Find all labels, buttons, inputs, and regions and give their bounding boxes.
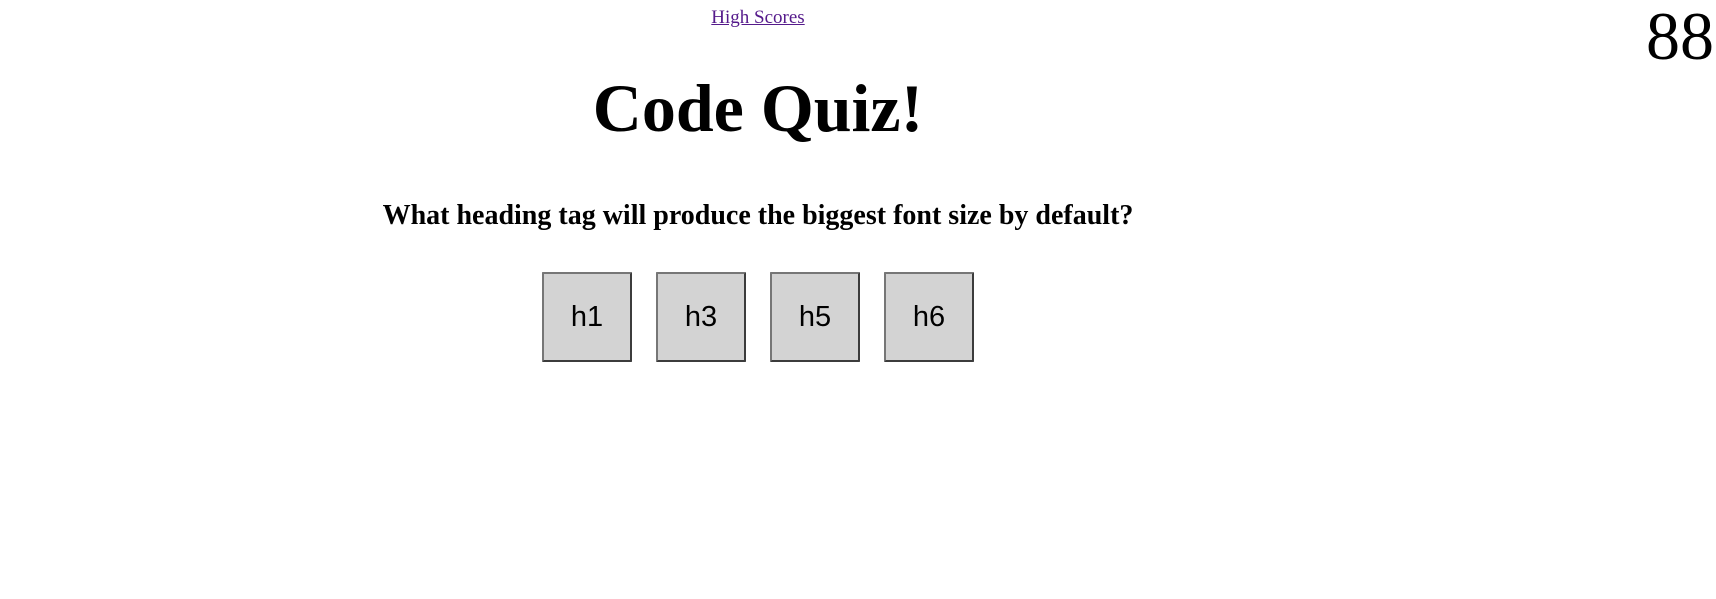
high-scores-nav: High Scores — [0, 6, 1516, 30]
question-text: What heading tag will produce the bigges… — [382, 200, 1134, 231]
answer-button-h3[interactable]: h3 — [656, 272, 746, 362]
page-title: Code Quiz! — [592, 70, 924, 146]
countdown-timer: 88 — [1646, 0, 1714, 74]
main-content: High Scores Code Quiz! What heading tag … — [0, 0, 1516, 599]
answer-button-h6[interactable]: h6 — [884, 272, 974, 362]
quiz-page: High Scores Code Quiz! What heading tag … — [0, 0, 1716, 599]
answer-button-h1[interactable]: h1 — [542, 272, 632, 362]
answer-options: h1 h3 h5 h6 — [0, 272, 1516, 362]
answer-button-h5[interactable]: h5 — [770, 272, 860, 362]
high-scores-link[interactable]: High Scores — [711, 7, 804, 28]
